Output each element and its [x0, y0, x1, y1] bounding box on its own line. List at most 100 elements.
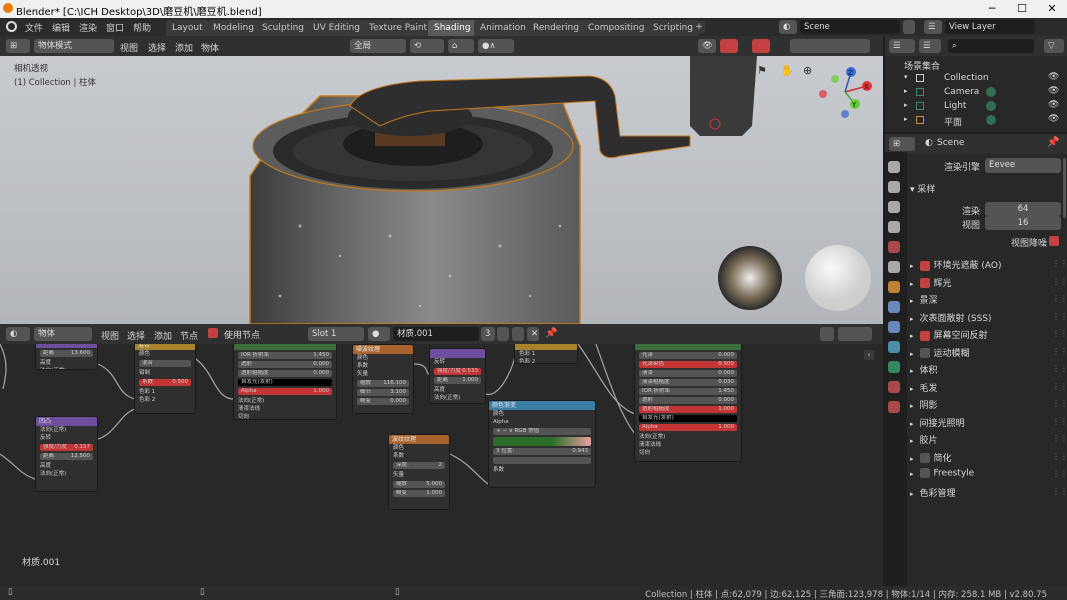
- properties-tab-icon-11[interactable]: [888, 381, 900, 393]
- drag-handle-icon[interactable]: ⋮⋮: [1052, 382, 1067, 391]
- node-header[interactable]: 噪波纹理: [353, 345, 413, 354]
- node-field[interactable]: [493, 457, 591, 464]
- section-enable-checkbox[interactable]: [919, 468, 930, 478]
- tab-scripting[interactable]: Scripting: [647, 20, 700, 36]
- section-enable-checkbox[interactable]: [919, 453, 930, 463]
- tab-layout[interactable]: Layout: [166, 20, 209, 36]
- orientation-dropdown[interactable]: 全局: [350, 39, 406, 53]
- tab-uv-editing[interactable]: UV Editing: [307, 20, 366, 36]
- node-field[interactable]: 自发光(发射): [238, 379, 332, 386]
- tab-rendering[interactable]: Rendering: [527, 20, 585, 36]
- section-enable-checkbox[interactable]: [919, 260, 930, 271]
- properties-tab-icon-12[interactable]: [888, 401, 900, 413]
- use-nodes-checkbox[interactable]: [208, 328, 218, 338]
- node-field[interactable]: 透射 0.000: [639, 397, 737, 404]
- menu-3[interactable]: 窗口: [106, 21, 124, 34]
- expand-arrow-icon[interactable]: ▸: [904, 115, 908, 123]
- viewport-samples-field[interactable]: 16: [985, 216, 1061, 230]
- outliner-filter-icon[interactable]: ▽: [1044, 39, 1064, 53]
- shader-node-n1[interactable]: 距离 13.600 高度法向(正常): [35, 344, 98, 370]
- outliner-item-0[interactable]: ▾ Collection 👁: [900, 72, 1065, 86]
- menu-4[interactable]: 帮助: [133, 21, 151, 34]
- node-field[interactable]: 清漆 0.000: [639, 370, 737, 377]
- menu-1[interactable]: 编辑: [52, 21, 70, 34]
- blender-menu-icon[interactable]: [6, 21, 17, 32]
- drag-handle-icon[interactable]: ⋮⋮: [1052, 329, 1067, 338]
- outliner-item-2[interactable]: ▸ Light 👁: [900, 100, 1065, 114]
- properties-section-11[interactable]: ▸ 简化: [910, 451, 1060, 465]
- viewport-denoise-checkbox[interactable]: [1049, 236, 1059, 246]
- expand-arrow-icon[interactable]: ▸: [910, 437, 914, 445]
- properties-scrollbar[interactable]: [1063, 158, 1066, 218]
- node-field[interactable]: 畸变 0.000: [357, 398, 409, 405]
- expand-arrow-icon[interactable]: ▸: [910, 385, 914, 393]
- properties-section-6[interactable]: ▸ 体积: [910, 363, 1060, 377]
- node-field[interactable]: 强度/力度 0.533: [434, 368, 481, 375]
- outliner-item-3[interactable]: ▸ 平面 👁: [900, 114, 1065, 128]
- maximize-button[interactable]: ☐: [1007, 0, 1037, 18]
- properties-section-8[interactable]: ▸ 阴影: [910, 398, 1060, 412]
- gizmo-toggle-icon[interactable]: [720, 39, 738, 53]
- node-field-value[interactable]: 1.000: [426, 490, 442, 497]
- properties-section-13[interactable]: ▸ 色彩管理: [910, 486, 1060, 500]
- node-field-value[interactable]: 0.030: [718, 379, 734, 386]
- node-field-value[interactable]: 0.157: [74, 444, 90, 451]
- menu-0[interactable]: 文件: [25, 21, 43, 34]
- properties-tab-icon-10[interactable]: [888, 361, 900, 373]
- tab-animation[interactable]: Animation: [474, 20, 532, 36]
- zoom-icon[interactable]: ⊕: [803, 64, 812, 77]
- node-field[interactable]: IOR 折射率 1.450: [238, 352, 332, 359]
- properties-section-12[interactable]: ▸ Freestyle: [910, 468, 1060, 482]
- node-header[interactable]: [430, 349, 485, 358]
- drag-handle-icon[interactable]: ⋮⋮: [1052, 434, 1067, 443]
- overlay-toggle-icon[interactable]: [752, 39, 770, 53]
- node-menu-1[interactable]: 选择: [127, 329, 145, 342]
- node-field[interactable]: 距离 12.500: [40, 453, 93, 460]
- drag-handle-icon[interactable]: ⋮⋮: [1052, 277, 1067, 286]
- node-field-value[interactable]: 1.450: [718, 388, 734, 395]
- object-data-icon[interactable]: [986, 101, 996, 111]
- scene-icon[interactable]: ◐: [779, 20, 797, 34]
- drag-handle-icon[interactable]: ⋮⋮: [1052, 312, 1067, 321]
- node-field-value[interactable]: 0.500: [718, 361, 734, 368]
- expand-arrow-icon[interactable]: ▸: [910, 455, 914, 463]
- navigation-gizmo[interactable]: X Y Z: [815, 64, 877, 122]
- material-browse-icon[interactable]: ●: [368, 327, 390, 341]
- node-field-value[interactable]: 5.000: [426, 481, 442, 488]
- drag-handle-icon[interactable]: ⋮⋮: [1052, 364, 1067, 373]
- node-field[interactable]: 光泽 0.000: [639, 352, 737, 359]
- expand-arrow-icon[interactable]: ▸: [910, 402, 914, 410]
- node-field[interactable]: + − ∨ RGB 常值: [493, 428, 591, 435]
- shader-node-n3[interactable]: IOR 折射率 1.450 透射 0.000 透射粗糙度 0.000 自发光(发射) Alph…: [233, 344, 337, 420]
- object-mode-dropdown[interactable]: 物体模式: [34, 39, 114, 53]
- section-enable-checkbox[interactable]: [919, 330, 930, 341]
- properties-section-7[interactable]: ▸ 毛发: [910, 381, 1060, 395]
- scene-selector[interactable]: Scene: [800, 20, 900, 34]
- node-field[interactable]: 透射粗糙度 1.000: [639, 406, 737, 413]
- properties-section-5[interactable]: ▸ 运动模糊: [910, 346, 1060, 360]
- node-editor-type-icon[interactable]: ◐: [6, 327, 30, 341]
- color-ramp-bar[interactable]: [493, 437, 591, 446]
- unlink-material-icon[interactable]: ✕: [527, 327, 539, 341]
- outliner-type-icon[interactable]: ☰: [889, 39, 915, 53]
- node-field-value[interactable]: 1.000: [718, 424, 734, 431]
- properties-tab-icon-0[interactable]: [888, 161, 900, 173]
- outliner-search-input[interactable]: ⌕: [948, 39, 1034, 53]
- node-field[interactable]: 自发光(发射): [639, 415, 737, 422]
- properties-section-0[interactable]: ▸ 环境光遮蔽 (AO): [910, 258, 1060, 272]
- expand-arrow-icon[interactable]: ▸: [910, 367, 914, 375]
- pin-icon[interactable]: 📌: [545, 328, 557, 339]
- node-field-value[interactable]: 1.000: [313, 388, 329, 395]
- shader-node-n4[interactable]: 噪波纹理 颜色 系数 矢量 缩放 116.100 细节 3.100 畸变 0.000: [352, 344, 414, 414]
- properties-tab-icon-5[interactable]: [888, 261, 900, 273]
- viewport-menu-0[interactable]: 视图: [120, 41, 138, 54]
- outliner-scene-collection[interactable]: 场景集合: [904, 59, 940, 72]
- expand-arrow-icon[interactable]: ▸: [910, 332, 914, 340]
- properties-section-4[interactable]: ▸ 屏幕空间反射: [910, 328, 1060, 342]
- node-field[interactable]: 强度/力度 0.157: [40, 444, 93, 451]
- viewport-menu-1[interactable]: 选择: [148, 41, 166, 54]
- material-name-field[interactable]: 材质.001: [393, 327, 479, 341]
- node-field-value[interactable]: 0.000: [313, 370, 329, 377]
- proportional-edit-icon[interactable]: ●∧: [478, 39, 514, 53]
- shader-node-n7[interactable]: 光泽 0.000 光泽染色 0.500 清漆 0.000 清漆粗糙度 0.030 IOR 折射率…: [634, 344, 742, 462]
